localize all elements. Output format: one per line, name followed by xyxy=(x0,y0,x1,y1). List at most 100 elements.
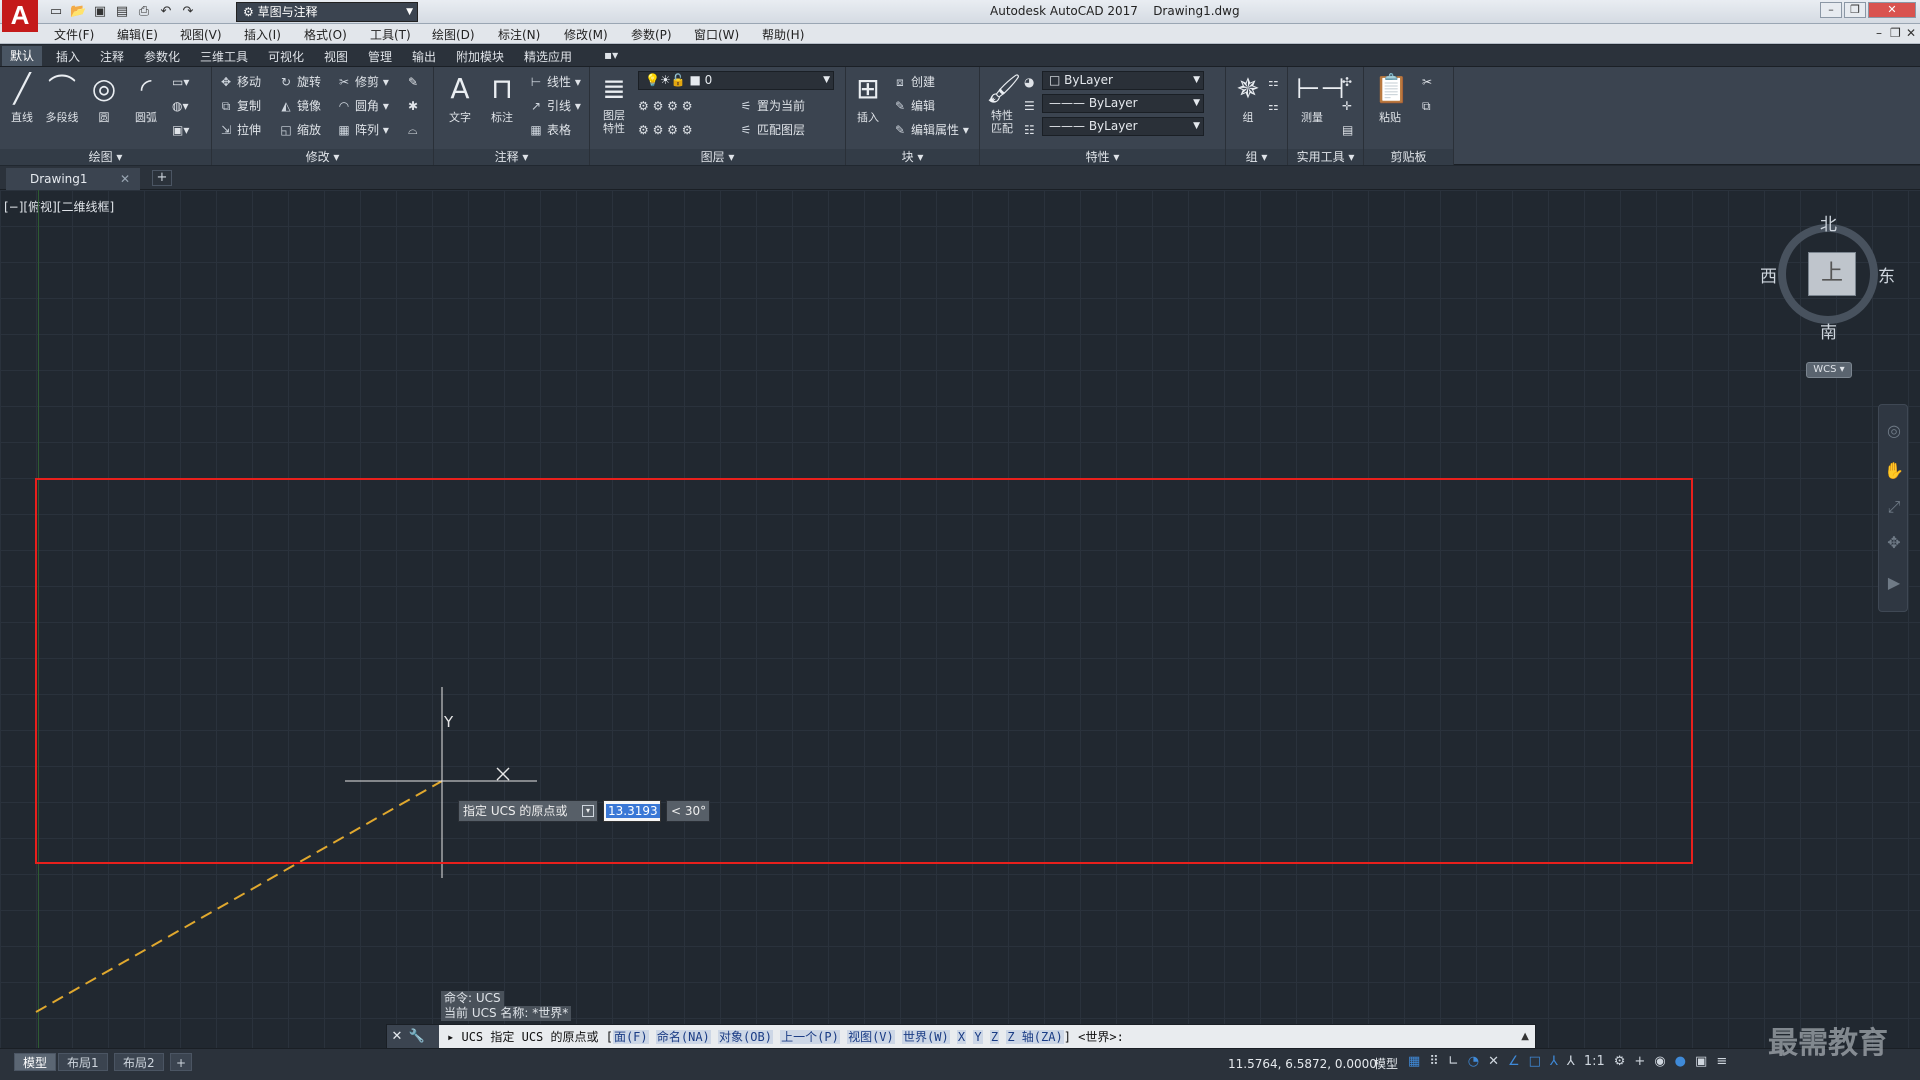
scale-label[interactable]: 1:1 xyxy=(1584,1054,1605,1069)
minimize-button[interactable]: – xyxy=(1820,2,1842,18)
annotation-scale-icon[interactable]: ⅄ xyxy=(1550,1054,1558,1069)
layer-tools-icon[interactable]: ⚙ ⚙ ⚙ ⚙ xyxy=(638,97,692,115)
edit-attributes-button[interactable]: ✎ 编辑属性 ▾ xyxy=(892,121,969,139)
panel-annotation-label[interactable]: 注释 ▾ xyxy=(434,149,589,165)
lineweight-dropdown[interactable]: ——— ByLayer ▼ xyxy=(1042,117,1204,136)
match-properties-button[interactable]: 🖌 特性 匹配 xyxy=(982,73,1022,136)
panel-block-label[interactable]: 块 ▾ xyxy=(846,149,979,165)
menu-edit[interactable]: 编辑(E) xyxy=(117,26,158,43)
viewcube-top-face[interactable]: 上 xyxy=(1808,252,1856,296)
linear-button[interactable]: ⊢ 线性 ▾ xyxy=(528,73,581,91)
save-as-icon[interactable]: ▤ xyxy=(114,4,130,20)
coordinates-readout[interactable]: 11.5764, 6.5872, 0.0000 xyxy=(1228,1055,1377,1073)
cut-icon[interactable]: ✂ xyxy=(1422,73,1432,91)
layout-tab-layout2[interactable]: 布局2 xyxy=(114,1053,164,1071)
menu-draw[interactable]: 绘图(D) xyxy=(432,26,475,43)
calculator-icon[interactable]: ▤ xyxy=(1342,121,1353,139)
erase-icon[interactable]: ✎ xyxy=(408,73,418,91)
linetype-icon[interactable]: ☰ xyxy=(1024,97,1035,115)
option-named[interactable]: 命名(NA) xyxy=(655,1030,711,1044)
leader-button[interactable]: ↗ 引线 ▾ xyxy=(528,97,581,115)
fillet-button[interactable]: ◠ 圆角 ▾ xyxy=(336,97,389,115)
clean-screen-icon[interactable]: ▣ xyxy=(1695,1054,1707,1069)
panel-properties-label[interactable]: 特性 ▾ xyxy=(980,149,1225,165)
doc-minimize-icon[interactable]: – xyxy=(1876,26,1882,40)
plus-icon[interactable]: + xyxy=(1634,1054,1645,1069)
ungroup-icon[interactable]: ⚏ xyxy=(1268,73,1279,91)
tab-default[interactable]: 默认 xyxy=(2,46,43,66)
group-edit-icon[interactable]: ⚏ xyxy=(1268,97,1279,115)
copy-button[interactable]: ⧉ 复制 xyxy=(218,97,261,115)
camera-icon[interactable]: ▪▾ xyxy=(604,48,618,62)
add-layout-button[interactable]: + xyxy=(170,1053,193,1071)
tab-output[interactable]: 输出 xyxy=(412,48,436,65)
edit-block-button[interactable]: ✎ 编辑 xyxy=(892,97,935,115)
id-point-icon[interactable]: ✣ xyxy=(1342,73,1352,91)
options-arrow-icon[interactable]: ▾ xyxy=(582,805,594,817)
rectangle-icon[interactable]: ▭▾ xyxy=(172,73,189,91)
rotate-button[interactable]: ↻ 旋转 xyxy=(278,73,321,91)
layout-tab-model[interactable]: 模型 xyxy=(14,1053,57,1071)
annotation-visibility-icon[interactable]: ⅄ xyxy=(1567,1054,1575,1069)
option-object[interactable]: 对象(OB) xyxy=(718,1030,773,1044)
save-icon[interactable]: ▣ xyxy=(92,4,108,20)
gear-icon[interactable]: ⚙ xyxy=(1614,1054,1626,1069)
menu-modify[interactable]: 修改(M) xyxy=(564,26,608,43)
doc-tab-drawing1[interactable]: Drawing1 ✕ xyxy=(6,168,140,190)
tab-3d-tools[interactable]: 三维工具 xyxy=(200,48,248,65)
compass-south[interactable]: 南 xyxy=(1820,318,1837,343)
explode-icon[interactable]: ✱ xyxy=(408,97,418,115)
region-icon[interactable]: ▣▾ xyxy=(172,121,189,139)
close-button[interactable]: ✕ xyxy=(1868,2,1916,18)
menu-file[interactable]: 文件(F) xyxy=(54,26,94,43)
redo-icon[interactable]: ↷ xyxy=(180,4,196,20)
layer-tools-2-icon[interactable]: ⚙ ⚙ ⚙ ⚙ xyxy=(638,121,692,139)
snap-icon[interactable]: ⠿ xyxy=(1429,1054,1439,1069)
autocad-logo-icon[interactable]: A xyxy=(2,0,38,32)
doc-close-icon[interactable]: ✕ xyxy=(1906,26,1916,40)
stretch-button[interactable]: ⇲ 拉伸 xyxy=(218,121,261,139)
color-dropdown[interactable]: □ ByLayer ▼ xyxy=(1042,71,1204,90)
option-view[interactable]: 视图(V) xyxy=(847,1030,895,1044)
insert-block-button[interactable]: ⊞ 插入 xyxy=(848,73,888,125)
offset-icon[interactable]: ⌓ xyxy=(408,121,418,139)
option-x[interactable]: X xyxy=(956,1030,967,1044)
object-snap-icon[interactable]: □ xyxy=(1529,1054,1541,1069)
orbit-icon[interactable]: ✥ xyxy=(1879,533,1909,552)
lineweight-icon[interactable]: ☷ xyxy=(1024,121,1035,139)
workspace-dropdown[interactable]: ⚙ 草图与注释 ▼ xyxy=(236,2,418,22)
text-button[interactable]: A 文字 xyxy=(440,73,480,125)
option-world[interactable]: 世界(W) xyxy=(902,1030,950,1044)
option-face[interactable]: 面(F) xyxy=(612,1030,649,1044)
copy-clip-icon[interactable]: ⧉ xyxy=(1422,97,1431,115)
command-arrow-icon[interactable]: ▸ xyxy=(447,1030,454,1044)
option-z-axis[interactable]: Z 轴(ZA) xyxy=(1006,1030,1064,1044)
polyline-button[interactable]: ⌒ 多段线 xyxy=(42,73,82,125)
dimension-button[interactable]: ⊓ 标注 xyxy=(482,73,522,125)
pan-icon[interactable]: ✋ xyxy=(1879,461,1909,480)
tab-view[interactable]: 视图 xyxy=(324,48,348,65)
point-icon[interactable]: ✛ xyxy=(1342,97,1352,115)
isodraft-icon[interactable]: ✕ xyxy=(1488,1054,1499,1069)
command-line[interactable]: ✕ 🔧 ▸ UCS 指定 UCS 的原点或 [面(F) 命名(NA) 对象(OB)… xyxy=(386,1024,1536,1050)
circle-button[interactable]: ◎ 圆 xyxy=(84,73,124,125)
compass-west[interactable]: 西 xyxy=(1760,262,1777,287)
paste-button[interactable]: 📋 粘贴 xyxy=(1370,73,1410,125)
set-current-button[interactable]: ⚟ 置为当前 xyxy=(738,97,805,115)
steering-wheel-icon[interactable]: ◎ xyxy=(1879,421,1909,440)
panel-layers-label[interactable]: 图层 ▾ xyxy=(590,149,845,165)
table-button[interactable]: ▦ 表格 xyxy=(528,121,571,139)
panel-modify-label[interactable]: 修改 ▾ xyxy=(212,149,433,165)
menu-tools[interactable]: 工具(T) xyxy=(370,26,411,43)
panel-draw-label[interactable]: 绘图 ▾ xyxy=(0,149,211,165)
restore-button[interactable]: ❐ xyxy=(1844,2,1866,18)
menu-window[interactable]: 窗口(W) xyxy=(694,26,739,43)
option-previous[interactable]: 上一个(P) xyxy=(780,1030,840,1044)
layer-dropdown[interactable]: 💡☀🔓 ■ 0 ▼ xyxy=(638,71,834,90)
grid-icon[interactable]: ▦ xyxy=(1408,1054,1420,1069)
command-history-toggle-icon[interactable]: ▲ xyxy=(1521,1025,1529,1049)
menu-view[interactable]: 视图(V) xyxy=(180,26,222,43)
tab-featured-apps[interactable]: 精选应用 xyxy=(524,48,572,65)
menu-insert[interactable]: 插入(I) xyxy=(244,26,281,43)
option-y[interactable]: Y xyxy=(973,1030,983,1044)
